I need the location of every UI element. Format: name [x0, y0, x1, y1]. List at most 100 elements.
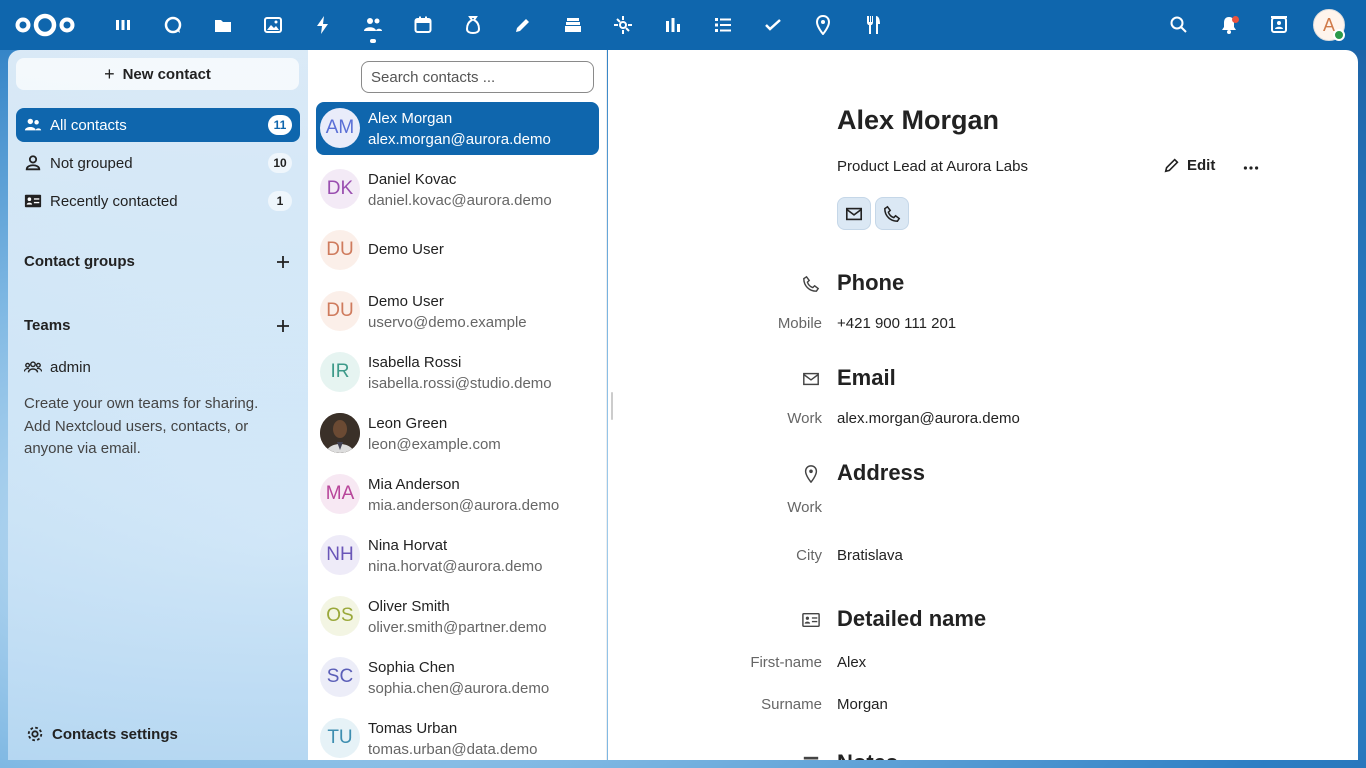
search-contacts-input[interactable] — [361, 61, 594, 93]
call-phone-button[interactable] — [875, 197, 909, 230]
notification-badge — [1232, 16, 1239, 23]
contact-email: isabella.rossi@studio.demo — [368, 375, 552, 392]
cookbook-icon[interactable] — [861, 13, 885, 37]
contact-list-item[interactable]: IR Isabella Rossi isabella.rossi@studio.de… — [316, 346, 599, 399]
nav-item-label: Recently contacted — [50, 192, 178, 210]
maps-pin-icon[interactable] — [811, 13, 835, 37]
contact-name: Daniel Kovac — [368, 171, 457, 188]
phone-heading: Phone — [837, 270, 905, 295]
settings-label: Contacts settings — [52, 725, 178, 743]
contact-email: oliver.smith@partner.demo — [368, 619, 547, 636]
map-marker-icon — [801, 464, 821, 484]
teams-help-text: Create your own teams for sharing. Add N… — [24, 395, 259, 457]
contact-list-item[interactable]: OS Oliver Smith oliver.smith@partner.demo — [316, 590, 599, 643]
contact-avatar: DK — [320, 169, 360, 209]
contact-list-item[interactable]: DU Demo User — [316, 224, 599, 277]
contact-details: Alex Morgan Product Lead at Aurora Labs … — [608, 50, 1358, 760]
surname-value[interactable]: Morgan — [837, 696, 888, 713]
notes-pencil-icon[interactable] — [511, 13, 535, 37]
contact-name: Nina Horvat — [368, 537, 448, 554]
files-icon[interactable] — [211, 13, 235, 37]
count-badge: 10 — [268, 153, 292, 173]
contact-name: Sophia Chen — [368, 659, 455, 676]
phone-icon — [801, 274, 821, 294]
contact-list: AM Alex Morgan alex.morgan@aurora.demo DK Da… — [308, 50, 607, 760]
contacts-menu-icon[interactable] — [1267, 13, 1291, 37]
contact-avatar: IR — [320, 352, 360, 392]
contact-groups-heading: Contact groups — [24, 253, 135, 270]
contact-list-item[interactable]: DK Daniel Kovac daniel.kovac@aurora.demo — [316, 163, 599, 216]
nav-item-recently-contacted[interactable]: Recently contacted 1 — [16, 184, 300, 218]
first-name-label: First-name — [750, 654, 822, 671]
add-team-plus-icon[interactable] — [274, 317, 292, 335]
tasks-list-icon[interactable] — [711, 13, 735, 37]
active-app-indicator — [370, 39, 376, 43]
contact-list-item[interactable]: Leon Green leon@example.com — [316, 407, 599, 460]
email-type-label: Work — [787, 410, 822, 427]
contact-email: uservo@demo.example — [368, 314, 527, 331]
first-name-value[interactable]: Alex — [837, 654, 866, 671]
edit-button[interactable]: Edit — [1163, 156, 1215, 174]
contacts-icon[interactable] — [361, 13, 385, 43]
contact-card-icon — [24, 192, 42, 210]
contact-list-item[interactable]: MA Mia Anderson mia.anderson@aurora.demo — [316, 468, 599, 521]
team-item-admin[interactable]: admin — [16, 350, 300, 384]
email-value[interactable]: alex.morgan@aurora.demo — [837, 410, 1020, 427]
contact-list-item[interactable]: AM Alex Morgan alex.morgan@aurora.demo — [316, 102, 599, 155]
team-label: admin — [50, 358, 91, 376]
analytics-icon[interactable] — [661, 13, 685, 37]
nav-item-not-grouped[interactable]: Not grouped 10 — [16, 146, 300, 180]
more-actions-icon[interactable] — [1241, 158, 1261, 178]
contact-name: Oliver Smith — [368, 598, 450, 615]
contact-list-item[interactable]: TU Tomas Urban tomas.urban@data.demo — [316, 712, 599, 765]
teams-heading: Teams — [24, 317, 71, 334]
photos-icon[interactable] — [261, 13, 285, 37]
send-email-button[interactable] — [837, 197, 871, 230]
contact-avatar: SC — [320, 657, 360, 697]
contact-list-item[interactable]: NH Nina Horvat nina.horvat@aurora.demo — [316, 529, 599, 582]
contact-avatar: DU — [320, 291, 360, 331]
new-contact-button[interactable]: + New contact — [16, 58, 299, 90]
contact-email: alex.morgan@aurora.demo — [368, 131, 551, 148]
contact-email: tomas.urban@data.demo — [368, 741, 538, 758]
contact-avatar: MA — [320, 474, 360, 514]
app-navigation: + New contact All contacts 11 Not groupe… — [8, 50, 308, 760]
contacts-settings-button[interactable]: Contacts settings — [26, 725, 178, 743]
nextcloud-logo-icon[interactable] — [14, 11, 76, 39]
contact-name: Mia Anderson — [368, 476, 460, 493]
address-heading: Address — [837, 460, 926, 485]
talk-icon[interactable] — [161, 13, 185, 37]
new-contact-label: New contact — [122, 65, 211, 83]
checkmark-icon[interactable] — [761, 13, 785, 37]
resize-handle[interactable] — [611, 392, 613, 420]
contact-email: nina.horvat@aurora.demo — [368, 558, 543, 575]
contact-name: Demo User — [368, 241, 444, 258]
card-account-details-icon — [801, 610, 821, 630]
contact-title: Product Lead at Aurora Labs — [837, 158, 1028, 175]
circles-icon[interactable] — [611, 13, 635, 37]
nav-item-all-contacts[interactable]: All contacts 11 — [16, 108, 300, 142]
phone-value[interactable]: +421 900 111 201 — [837, 315, 956, 332]
email-heading: Email — [837, 365, 896, 390]
city-value[interactable]: Bratislava — [837, 547, 903, 564]
activity-icon[interactable] — [311, 13, 335, 37]
pencil-icon — [1163, 156, 1181, 174]
contact-list-item[interactable]: DU Demo User uservo@demo.example — [316, 285, 599, 338]
contact-name: Isabella Rossi — [368, 354, 462, 371]
mail-icon — [845, 207, 863, 220]
online-status-icon — [1333, 29, 1345, 41]
contact-avatar: AM — [320, 108, 360, 148]
top-bar: A — [0, 0, 1366, 50]
contact-email: daniel.kovac@aurora.demo — [368, 192, 552, 209]
deck-icon[interactable] — [561, 13, 585, 37]
search-icon[interactable] — [1167, 13, 1191, 37]
edit-label: Edit — [1187, 156, 1216, 174]
person-icon — [24, 154, 42, 172]
gear-icon — [26, 725, 44, 743]
contact-avatar: OS — [320, 596, 360, 636]
dashboard-icon[interactable] — [111, 13, 135, 37]
money-bag-icon[interactable] — [461, 13, 485, 37]
calendar-icon[interactable] — [411, 13, 435, 37]
contact-list-item[interactable]: SC Sophia Chen sophia.chen@aurora.demo — [316, 651, 599, 704]
add-group-plus-icon[interactable] — [274, 253, 292, 271]
